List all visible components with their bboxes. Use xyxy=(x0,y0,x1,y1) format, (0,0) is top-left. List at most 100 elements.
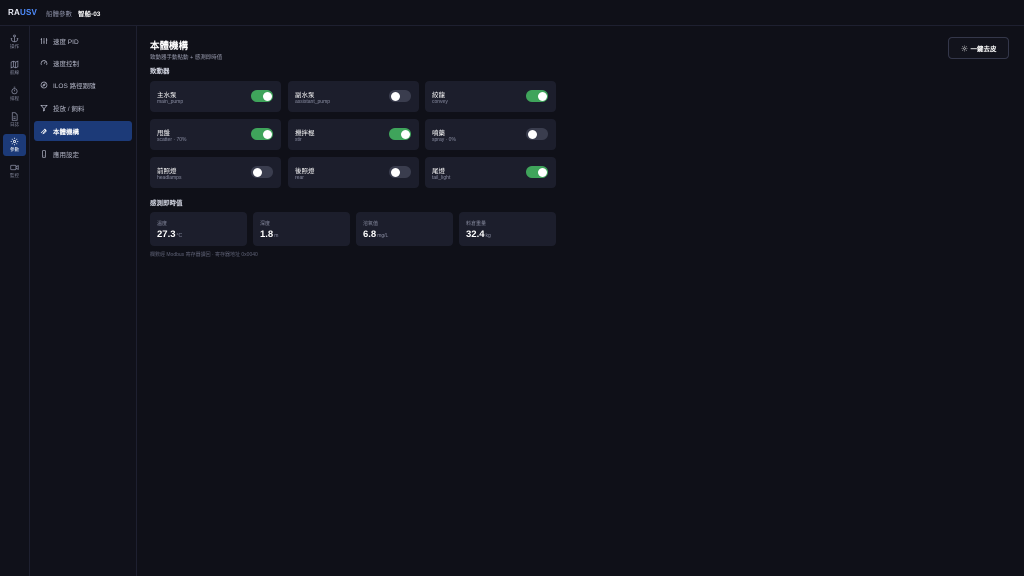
sensor-card-hopper-weight: 料倉重量 32.4kg xyxy=(459,212,556,246)
sensor-card-dissolved-oxygen: 溶氧值 6.8mg/L xyxy=(356,212,453,246)
breadcrumb: 船體參數 xyxy=(46,10,73,18)
sensor-value: 27.3 xyxy=(157,229,176,240)
sidebar-item-hull-mechanism[interactable]: 本體機構 xyxy=(34,121,132,141)
vessel-name: 智船-03 xyxy=(78,10,101,18)
sidebar-item-label: 投放 / 飼料 xyxy=(53,106,85,113)
actuator-name: 副水泵 xyxy=(295,92,315,99)
actuator-name: 噴藥 xyxy=(432,130,445,137)
timer-icon xyxy=(11,86,18,95)
sidebar-item-feed[interactable]: 投放 / 飼料 xyxy=(34,98,132,118)
actuator-code: main_pump xyxy=(157,99,184,105)
actuator-name: 前照燈 xyxy=(157,168,177,175)
app-logo[interactable]: RAUSV xyxy=(8,8,37,17)
page-subtitle: 致動器手動點動 + 感測即時值 xyxy=(150,55,223,61)
actuator-toggle[interactable] xyxy=(526,128,548,140)
sensor-value: 1.8 xyxy=(260,229,274,240)
actuator-code: scatter · 70% xyxy=(157,137,187,143)
actuator-code: convey xyxy=(432,99,448,105)
actuator-toggle[interactable] xyxy=(526,90,548,102)
toggle-knob xyxy=(390,91,400,101)
sensor-value-wrap: 32.4kg xyxy=(466,229,491,240)
compass-icon xyxy=(40,81,48,89)
logo-text-usv: USV xyxy=(19,8,38,17)
actuator-toggle[interactable] xyxy=(526,166,548,178)
sidebar-item-label: 速度 PID xyxy=(53,39,79,46)
sensor-card-depth: 深度 1.8m xyxy=(253,212,350,246)
rail-item-params[interactable]: 參數 xyxy=(3,134,26,156)
sidebar-item-app-settings[interactable]: 應用設定 xyxy=(34,144,132,164)
camera-icon xyxy=(10,164,19,171)
sidebar-item-ilos[interactable]: ILOS 路徑跟隨 xyxy=(34,75,132,95)
sensor-unit: kg xyxy=(485,233,491,239)
actuators-section-label: 致動器 xyxy=(150,68,170,75)
actuator-card-headlamps: 前照燈 headlamps xyxy=(150,157,281,188)
rail-item-operate[interactable]: 操作 xyxy=(3,31,26,53)
sliders-icon xyxy=(40,38,48,44)
actuator-code: tail_light xyxy=(432,175,451,181)
footnote: 欄數經 Modbus 寄存器讀回 · 寄存器地址 0x0040 xyxy=(150,252,258,258)
logo-text-ra: RA xyxy=(8,8,20,17)
sensor-value-wrap: 27.3°C xyxy=(157,229,182,240)
icon-rail: 操作 航線 排程 日誌 參數 監控 xyxy=(0,26,30,576)
actuator-card-tail-light: 尾燈 tail_light xyxy=(425,157,556,188)
rail-label: 參數 xyxy=(10,147,19,152)
sensor-unit: mg/L xyxy=(377,233,389,239)
sensor-label: 料倉重量 xyxy=(466,221,487,227)
toggle-knob xyxy=(262,91,272,101)
actuator-toggle[interactable] xyxy=(251,128,273,140)
tare-button[interactable]: 一鍵去皮 xyxy=(948,37,1009,59)
tare-button-label: 一鍵去皮 xyxy=(970,46,997,53)
wrench-icon xyxy=(40,128,47,135)
sensor-card-temperature: 溫度 27.3°C xyxy=(150,212,247,246)
actuator-card-main-pump: 主水泵 main_pump xyxy=(150,81,281,112)
sensor-value-wrap: 6.8mg/L xyxy=(363,229,388,240)
toggle-knob xyxy=(400,129,410,139)
actuator-name: 絞龍 xyxy=(432,92,445,99)
sensor-unit: °C xyxy=(176,233,183,239)
actuator-name: 攪拌棍 xyxy=(295,130,315,137)
actuator-toggle[interactable] xyxy=(251,166,273,178)
sidebar-item-label: 應用設定 xyxy=(53,152,79,159)
actuator-toggle[interactable] xyxy=(389,166,411,178)
sensor-label: 溶氧值 xyxy=(363,221,379,227)
sensor-label: 深度 xyxy=(260,221,271,227)
actuator-card-stir: 攪拌棍 stir xyxy=(288,119,419,150)
settings-sidebar: 速度 PID 速度控制 ILOS 路徑跟隨 投放 / 飼料 本體機構 應用設定 xyxy=(30,26,137,576)
rail-label: 航線 xyxy=(10,70,19,75)
sidebar-item-label: ILOS 路徑跟隨 xyxy=(53,83,96,90)
rail-item-route[interactable]: 航線 xyxy=(3,57,26,79)
rail-item-log[interactable]: 日誌 xyxy=(3,109,26,131)
toggle-knob xyxy=(262,129,272,139)
gauge-icon xyxy=(40,60,48,66)
toggle-knob xyxy=(537,91,547,101)
actuator-toggle[interactable] xyxy=(251,90,273,102)
map-icon xyxy=(10,60,19,69)
actuator-code: spray · 0% xyxy=(432,137,456,143)
actuator-card-convey: 絞龍 convey xyxy=(425,81,556,112)
actuator-card-rear: 後照燈 rear xyxy=(288,157,419,188)
sidebar-item-speed-pid[interactable]: 速度 PID xyxy=(34,31,132,51)
sidebar-item-speed-control[interactable]: 速度控制 xyxy=(34,53,132,73)
sensor-value-wrap: 1.8m xyxy=(260,229,278,240)
actuator-name: 主水泵 xyxy=(157,92,177,99)
actuator-card-scatter: 甩盤 scatter · 70% xyxy=(150,119,281,150)
rail-item-schedule[interactable]: 排程 xyxy=(3,83,26,105)
gear-icon xyxy=(10,137,19,146)
rail-item-monitor[interactable]: 監控 xyxy=(3,160,26,182)
sensor-label: 溫度 xyxy=(157,221,168,227)
sidebar-item-label: 本體機構 xyxy=(53,129,79,136)
rail-label: 操作 xyxy=(10,44,19,49)
phone-icon xyxy=(42,150,46,158)
actuator-name: 甩盤 xyxy=(157,130,170,137)
page-title: 本體機構 xyxy=(150,41,189,52)
actuator-code: assistant_pump xyxy=(295,99,331,105)
actuator-name: 後照燈 xyxy=(295,168,315,175)
actuator-toggle[interactable] xyxy=(389,90,411,102)
actuator-code: headlamps xyxy=(157,175,182,181)
actuator-code: stir xyxy=(295,137,302,143)
actuator-toggle[interactable] xyxy=(389,128,411,140)
actuator-name: 尾燈 xyxy=(432,168,445,175)
main-content: 本體機構 致動器手動點動 + 感測即時值 一鍵去皮 致動器 主水泵 main_p… xyxy=(137,26,1024,576)
rail-label: 日誌 xyxy=(10,122,19,127)
toggle-knob xyxy=(390,167,400,177)
